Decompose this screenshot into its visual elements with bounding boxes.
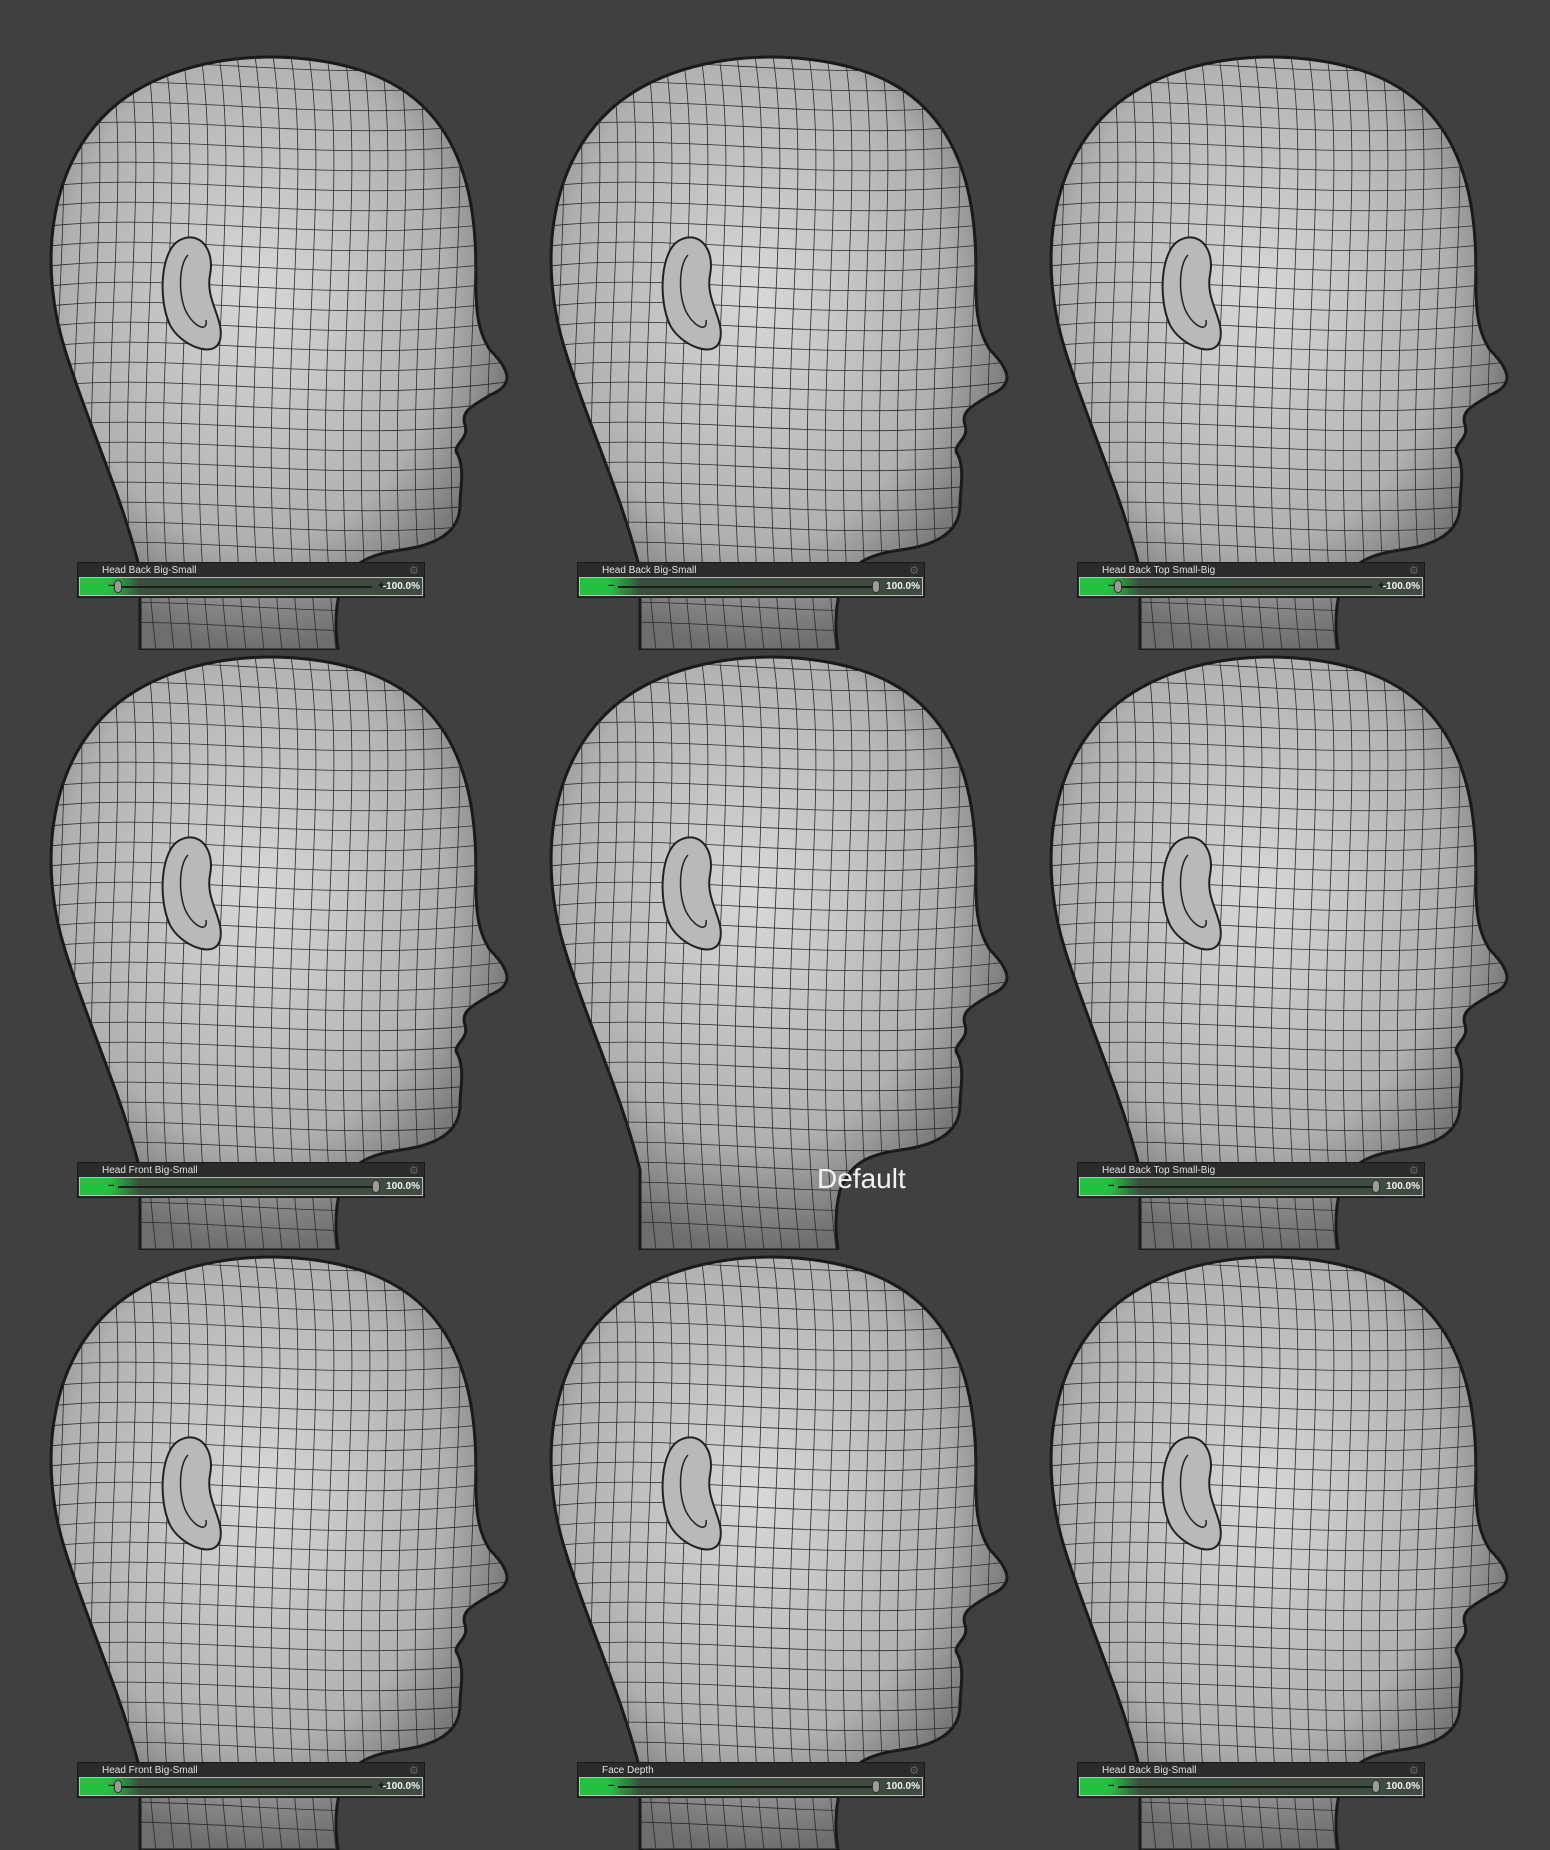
head-wireframe-render <box>549 55 1009 650</box>
morph-name-label: Head Back Big-Small <box>102 565 197 576</box>
morph-value-slider[interactable]: − + -100.0% <box>1079 577 1423 596</box>
morph-name-label: Face Depth <box>602 1765 654 1776</box>
slider-value-readout[interactable]: 100.0% <box>886 1780 920 1794</box>
gear-icon[interactable]: ⚙ <box>408 1165 420 1177</box>
slider-rail <box>1118 586 1372 588</box>
gear-icon[interactable]: ⚙ <box>908 1765 920 1777</box>
morph-parameter-panel: Head Back Big-Small ⚙ − 100.0% <box>577 562 925 598</box>
slider-value-readout[interactable]: -100.0% <box>383 1780 420 1794</box>
head-viewport-cell <box>20 1250 520 1850</box>
morph-name-label: Head Back Big-Small <box>602 565 697 576</box>
head-viewport-cell <box>1020 650 1520 1250</box>
slider-rail <box>1118 1786 1372 1788</box>
morph-value-slider[interactable]: − 100.0% <box>1079 1177 1423 1196</box>
head-viewport-cell <box>1020 1250 1520 1850</box>
slider-handle[interactable] <box>872 580 880 593</box>
slider-rail <box>118 586 372 588</box>
minus-icon[interactable]: − <box>608 1779 614 1793</box>
head-wireframe-render <box>49 55 509 650</box>
morph-name-label: Head Back Top Small-Big <box>1102 565 1216 576</box>
slider-handle[interactable] <box>114 580 122 593</box>
head-surface <box>549 655 1009 1250</box>
gear-icon[interactable]: ⚙ <box>408 1765 420 1777</box>
gear-icon[interactable]: ⚙ <box>1408 565 1420 577</box>
slider-handle[interactable] <box>872 1780 880 1793</box>
minus-icon[interactable]: − <box>108 1179 114 1193</box>
head-viewport-cell <box>1020 50 1520 650</box>
morph-parameter-panel: Head Front Big-Small ⚙ − + -100.0% <box>77 1762 425 1798</box>
slider-rail <box>1118 1186 1372 1188</box>
morph-name-label: Head Front Big-Small <box>102 1165 198 1176</box>
minus-icon[interactable]: − <box>1108 1179 1114 1193</box>
morph-parameter-panel: Head Back Top Small-Big ⚙ − + -100.0% <box>1077 562 1425 598</box>
gear-icon[interactable]: ⚙ <box>1408 1765 1420 1777</box>
morph-value-slider[interactable]: − 100.0% <box>579 1777 923 1796</box>
slider-handle[interactable] <box>114 1780 122 1793</box>
gear-icon[interactable]: ⚙ <box>408 565 420 577</box>
head-wireframe-render <box>1049 655 1509 1250</box>
head-viewport-cell <box>520 1250 1020 1850</box>
head-wireframe-render <box>1049 1255 1509 1850</box>
morph-parameter-panel: Head Back Top Small-Big ⚙ − 100.0% <box>1077 1162 1425 1198</box>
head-viewport-cell <box>20 650 520 1250</box>
morph-parameter-panel: Head Back Big-Small ⚙ − 100.0% <box>1077 1762 1425 1798</box>
slider-rail <box>118 1186 372 1188</box>
morph-value-slider[interactable]: − + -100.0% <box>79 1777 423 1796</box>
slider-rail <box>618 1786 872 1788</box>
head-wireframe-render <box>49 1255 509 1850</box>
gear-icon[interactable]: ⚙ <box>1408 1165 1420 1177</box>
slider-rail <box>118 1786 372 1788</box>
morph-parameter-panel: Head Front Big-Small ⚙ − 100.0% <box>77 1162 425 1198</box>
head-viewport-cell <box>520 650 1020 1250</box>
head-viewport-cell <box>20 50 520 650</box>
slider-handle[interactable] <box>1372 1780 1380 1793</box>
morph-parameter-panel: Head Back Big-Small ⚙ − + -100.0% <box>77 562 425 598</box>
morph-value-slider[interactable]: − 100.0% <box>1079 1777 1423 1796</box>
slider-handle[interactable] <box>1114 580 1122 593</box>
slider-handle[interactable] <box>1372 1180 1380 1193</box>
morph-parameter-panel: Face Depth ⚙ − 100.0% <box>577 1762 925 1798</box>
head-wireframe-render <box>549 1255 1009 1850</box>
slider-value-readout[interactable]: -100.0% <box>1383 580 1420 594</box>
morph-name-label: Head Back Top Small-Big <box>1102 1165 1216 1176</box>
head-wireframe-render <box>49 655 509 1250</box>
gear-icon[interactable]: ⚙ <box>908 565 920 577</box>
morph-value-slider[interactable]: − + -100.0% <box>79 577 423 596</box>
morph-name-label: Head Front Big-Small <box>102 1765 198 1776</box>
head-wireframe-render <box>1049 55 1509 650</box>
minus-icon[interactable]: − <box>1108 1779 1114 1793</box>
slider-handle[interactable] <box>372 1180 380 1193</box>
slider-value-readout[interactable]: 100.0% <box>1386 1180 1420 1194</box>
slider-rail <box>618 586 872 588</box>
morph-value-slider[interactable]: − 100.0% <box>579 577 923 596</box>
head-wireframe-render <box>549 655 1009 1250</box>
head-viewport-cell <box>520 50 1020 650</box>
slider-value-readout[interactable]: 100.0% <box>386 1180 420 1194</box>
minus-icon[interactable]: − <box>608 579 614 593</box>
slider-value-readout[interactable]: -100.0% <box>383 580 420 594</box>
morph-name-label: Head Back Big-Small <box>1102 1765 1197 1776</box>
default-label: Default <box>817 1163 906 1194</box>
morph-value-slider[interactable]: − 100.0% <box>79 1177 423 1196</box>
slider-value-readout[interactable]: 100.0% <box>886 580 920 594</box>
slider-value-readout[interactable]: 100.0% <box>1386 1780 1420 1794</box>
